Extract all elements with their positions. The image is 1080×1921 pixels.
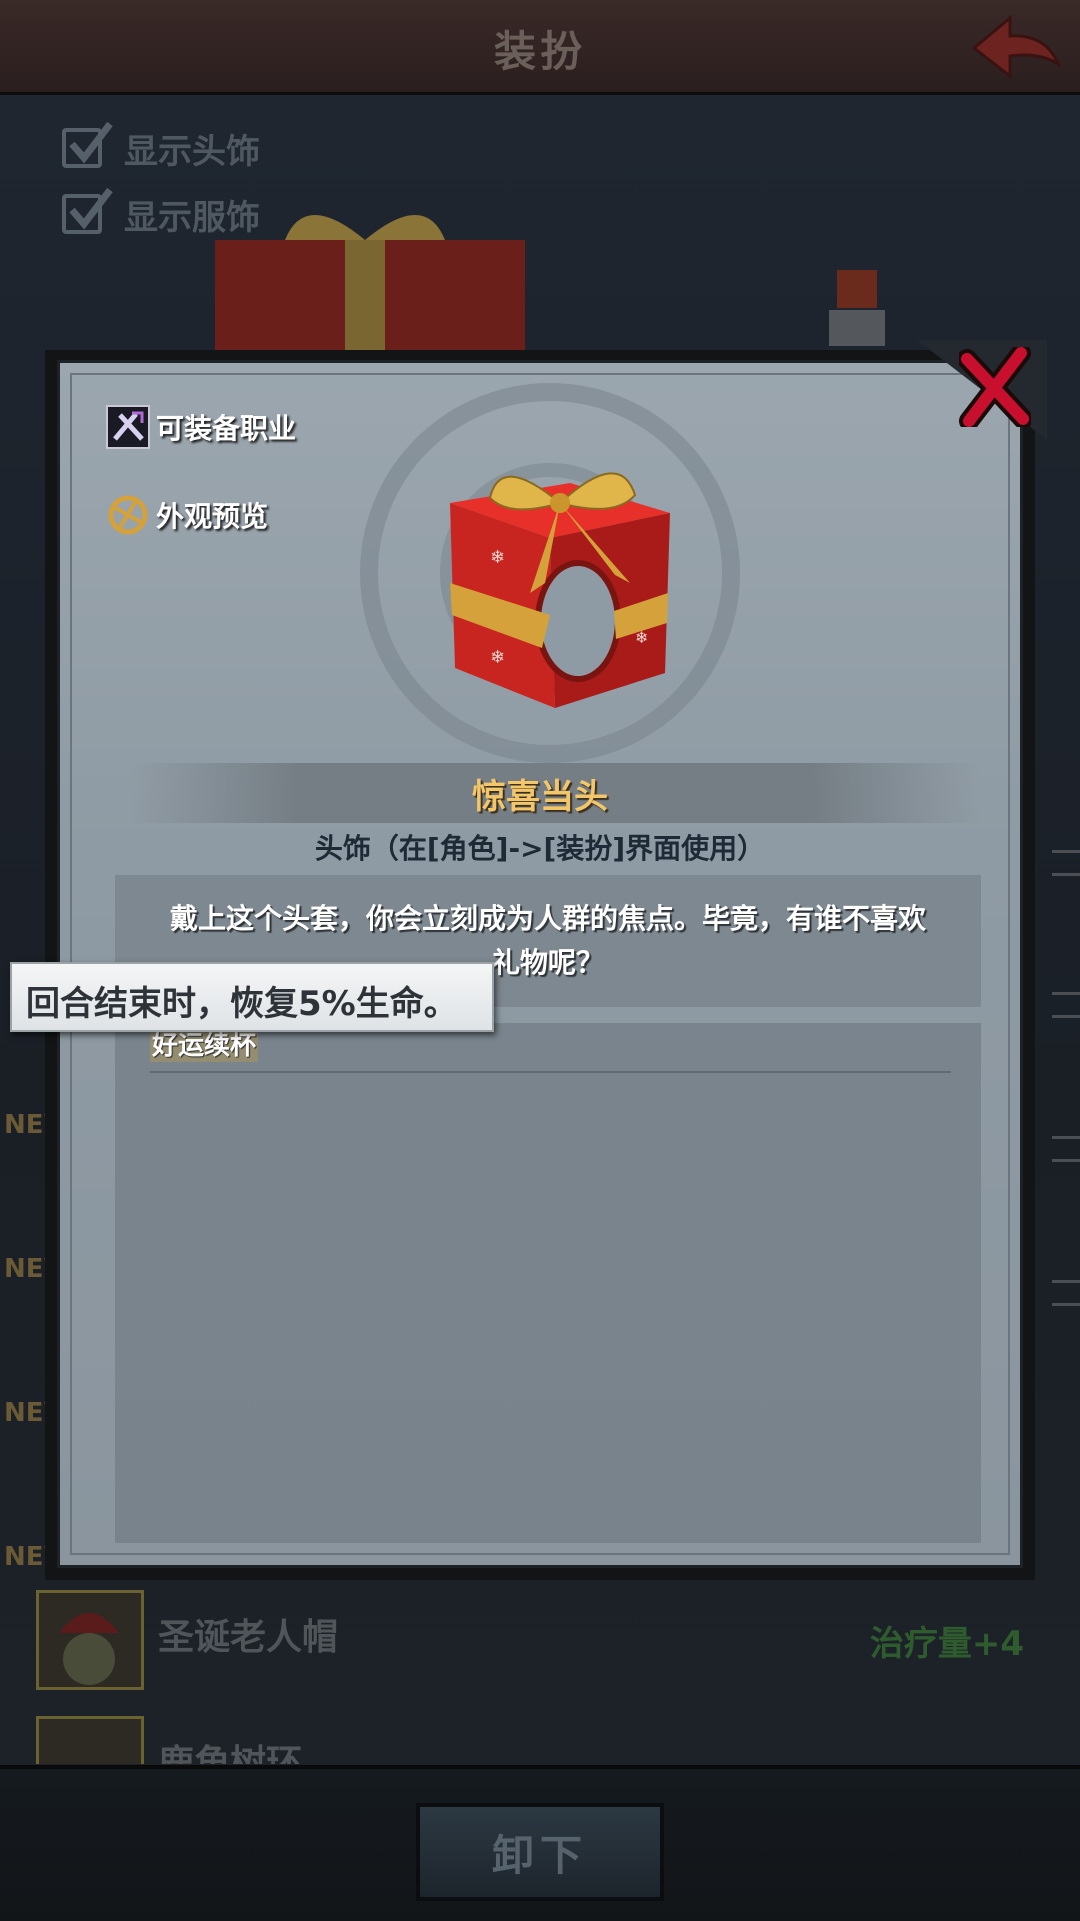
santa-hat-icon — [36, 1590, 144, 1690]
svg-text:❄: ❄ — [635, 628, 648, 647]
list-menu-icon[interactable] — [1052, 1136, 1080, 1162]
surprise-gift-headgear-icon: ❄ ❄ ❄ — [430, 443, 690, 713]
svg-text:❄: ❄ — [490, 547, 505, 568]
svg-text:❄: ❄ — [490, 647, 505, 668]
list-item-stat: 治疗量+4 — [869, 1624, 1024, 1664]
toggle-show-headwear[interactable]: 显示头饰 — [62, 120, 260, 176]
close-icon[interactable] — [955, 342, 1035, 432]
list-menu-icon[interactable] — [1052, 1280, 1080, 1306]
list-item[interactable]: 鹿角树环 — [0, 1706, 1080, 1764]
tag-label: 可装备职业 — [156, 412, 297, 445]
top-bar: 装扮 — [0, 0, 1080, 95]
back-arrow-icon[interactable] — [966, 8, 1066, 88]
unequip-label: 卸下 — [491, 1830, 588, 1880]
bottom-bar: 卸下 — [0, 1765, 1080, 1921]
preview-icon — [106, 493, 150, 537]
item-type: 头饰（在[角色]->[装扮]界面使用） — [314, 832, 766, 865]
class-icon — [106, 405, 150, 449]
antler-wreath-icon — [36, 1716, 144, 1764]
list-item[interactable]: 圣诞老人帽 治疗量+4 — [0, 1580, 1080, 1710]
list-item-name: 圣诞老人帽 — [158, 1617, 339, 1658]
checkbox-icon[interactable] — [62, 121, 113, 168]
effects-box: 好运续杯 — [115, 1023, 981, 1543]
toggle-label: 显示头饰 — [124, 131, 260, 172]
list-menu-icon[interactable] — [1052, 850, 1080, 876]
effect-tooltip: 回合结束时，恢复5%生命。 — [10, 962, 494, 1032]
divider — [150, 1071, 951, 1073]
equippable-class-tag[interactable]: 可装备职业 — [106, 405, 296, 449]
list-menu-icon[interactable] — [1052, 992, 1080, 1018]
checkbox-icon[interactable] — [62, 187, 113, 234]
appearance-preview-tag[interactable]: 外观预览 — [106, 493, 268, 537]
item-name: 惊喜当头 — [472, 777, 608, 817]
gift-box-preview-icon — [205, 200, 535, 350]
character-preview-icon — [815, 266, 895, 346]
tag-label: 外观预览 — [156, 500, 269, 533]
page-title: 装扮 — [493, 27, 586, 76]
unequip-button[interactable]: 卸下 — [416, 1803, 664, 1901]
list-item-name: 鹿角树环 — [158, 1743, 303, 1764]
tooltip-text: 回合结束时，恢复5%生命。 — [26, 984, 458, 1024]
